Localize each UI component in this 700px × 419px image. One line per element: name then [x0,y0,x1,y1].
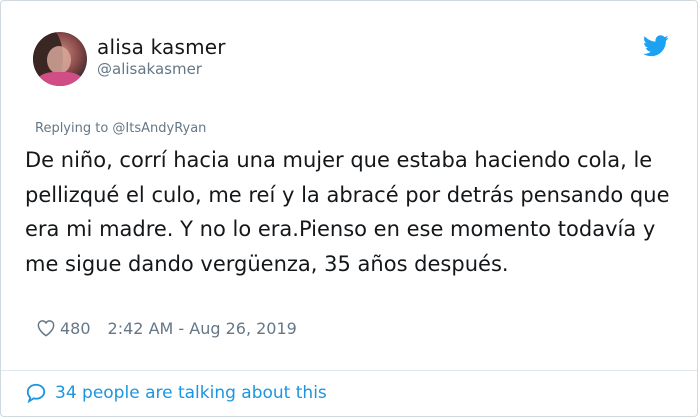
author-name[interactable]: alisa kasmer [97,35,226,59]
speech-bubble-icon [26,383,46,404]
replying-to[interactable]: Replying to @ItsAndyRyan [35,121,206,136]
tweet-text: De niño, corrí hacia una mujer que estab… [25,148,670,276]
twitter-bird-icon[interactable] [643,35,669,57]
heart-icon[interactable] [36,318,56,338]
avatar-shirt [37,72,83,86]
tweet-meta: 480 2:42 AM - Aug 26, 2019 [36,318,297,338]
avatar-face [47,46,71,74]
like-count[interactable]: 480 [60,319,91,338]
divider [1,370,697,371]
avatar[interactable] [33,32,87,86]
tweet-card: alisa kasmer @alisakasmer Replying to @I… [0,0,698,417]
author-handle[interactable]: @alisakasmer [97,60,202,78]
conversation-count[interactable]: 34 people are talking about this [55,383,327,403]
timestamp[interactable]: 2:42 AM - Aug 26, 2019 [108,319,297,338]
conversation-link[interactable]: 34 people are talking about this [25,382,327,404]
